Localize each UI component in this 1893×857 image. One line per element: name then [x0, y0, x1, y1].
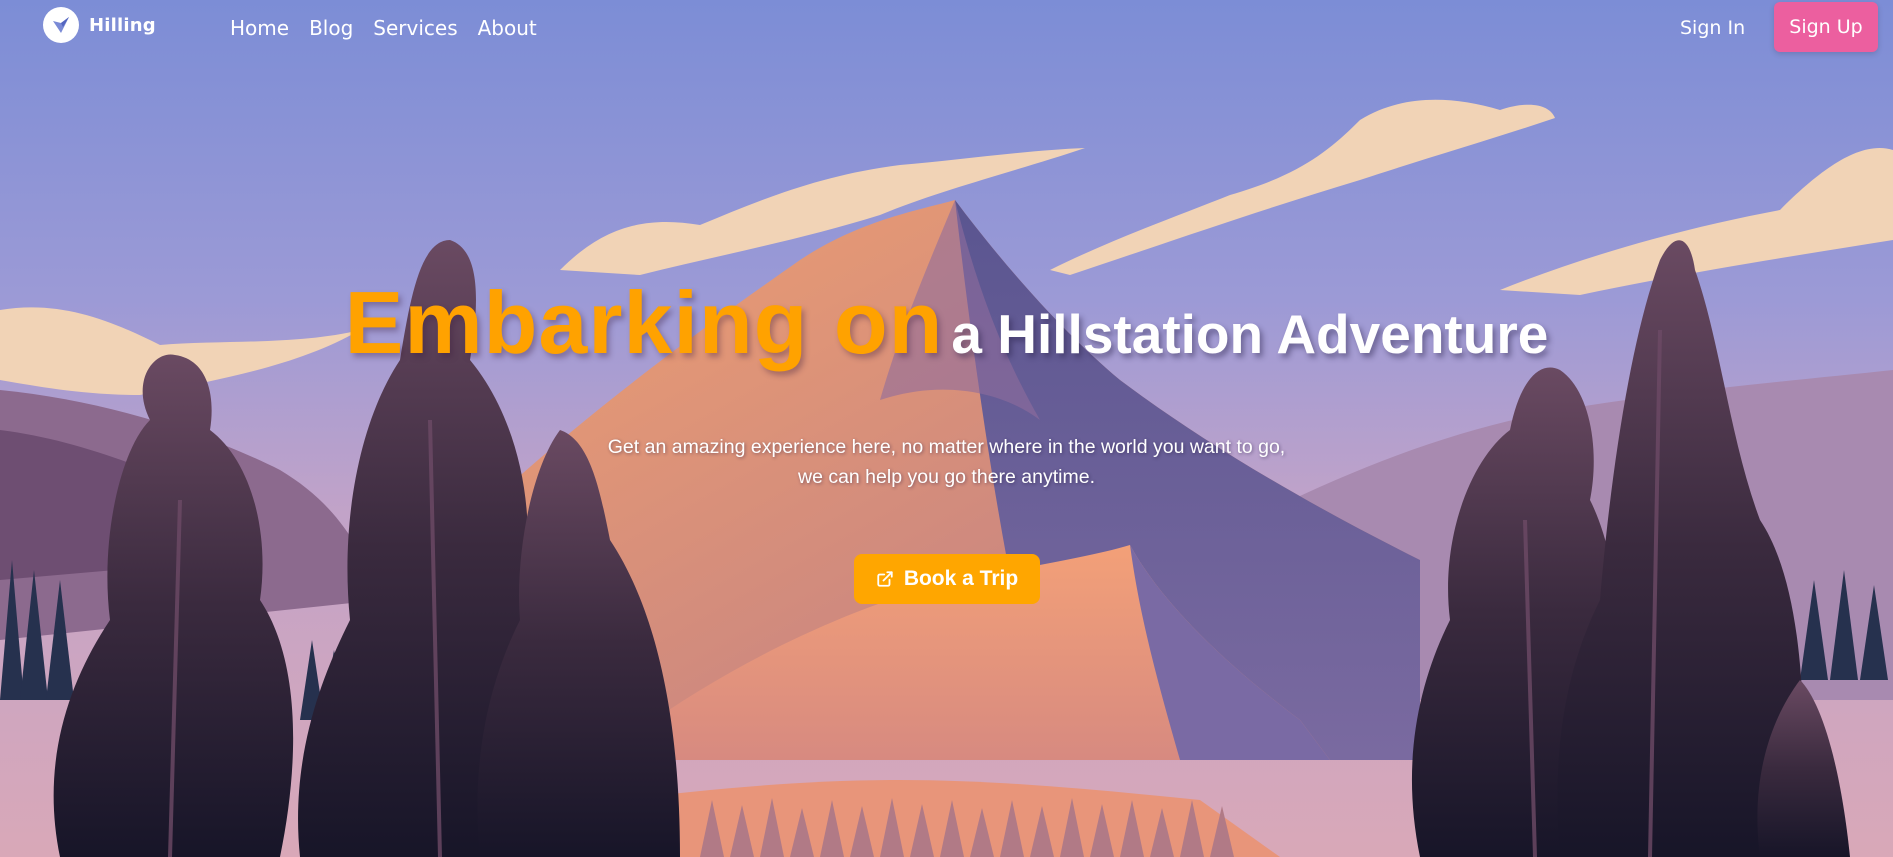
main-menu: Home Blog Services About — [230, 14, 557, 42]
nav-link-services[interactable]: Services — [373, 14, 457, 42]
sign-in-link[interactable]: Sign In — [1680, 14, 1745, 42]
hero-headline: Embarking on a Hillstation Adventure — [0, 272, 1893, 374]
top-navbar: Hilling Home Blog Services About Sign In… — [0, 0, 1893, 56]
brand-name: Hilling — [89, 14, 156, 36]
book-trip-button[interactable]: Book a Trip — [854, 554, 1040, 604]
nav-link-blog[interactable]: Blog — [309, 14, 353, 42]
nav-link-home[interactable]: Home — [230, 14, 289, 42]
hero-headline-accent: Embarking on — [344, 273, 944, 372]
brand-logo[interactable]: Hilling — [43, 7, 156, 43]
book-trip-label: Book a Trip — [903, 567, 1019, 590]
hero-subtitle-line-1: Get an amazing experience here, no matte… — [607, 436, 1286, 458]
sign-up-button[interactable]: Sign Up — [1774, 2, 1878, 52]
logo-mark-icon — [43, 7, 79, 43]
hero-subtitle: Get an amazing experience here, no matte… — [0, 432, 1893, 492]
hero-subtitle-line-2: we can help you go there anytime. — [797, 466, 1095, 488]
hero-headline-rest: a Hillstation Adventure — [951, 303, 1549, 365]
hero-background-illustration — [0, 0, 1893, 857]
nav-link-about[interactable]: About — [478, 14, 537, 42]
external-link-icon — [876, 570, 894, 588]
